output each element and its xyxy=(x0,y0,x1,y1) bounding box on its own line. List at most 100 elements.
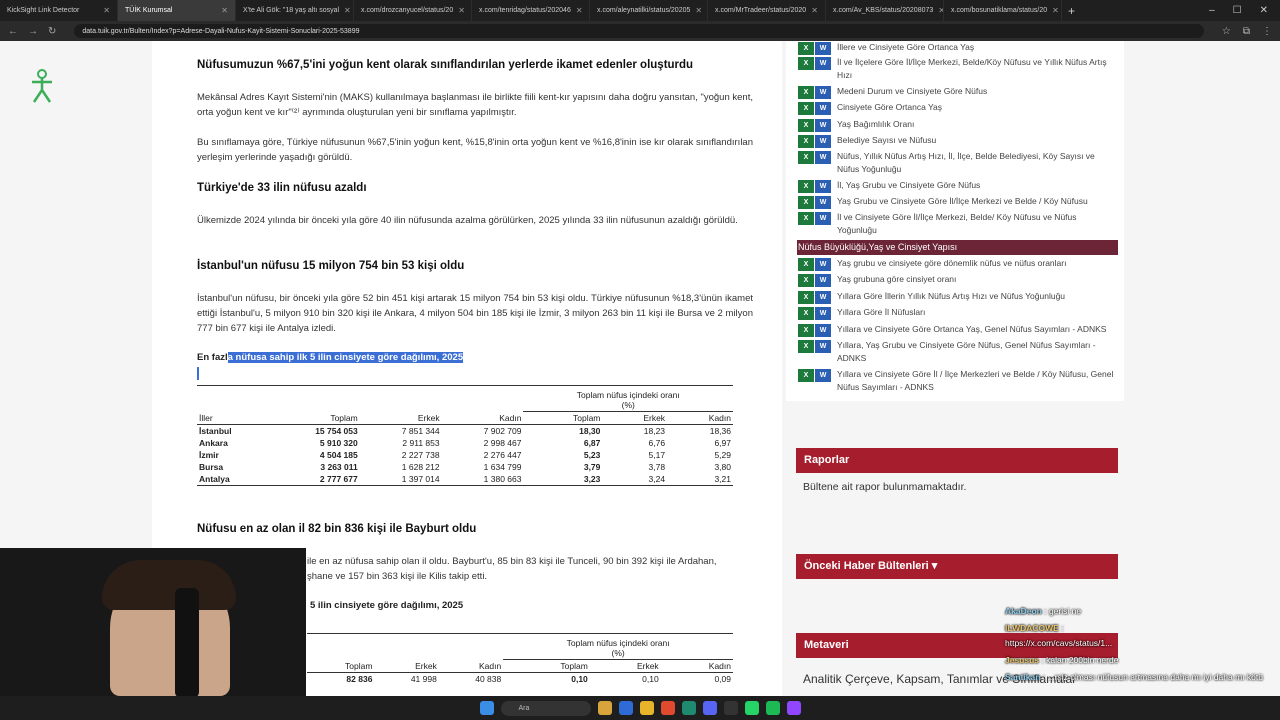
sidebar-item-label[interactable]: Yıllara ve Cinsiyete Göre Ortanca Yaş, G… xyxy=(837,323,1106,336)
sidebar-item-label[interactable]: Yıllara Göre İllerin Yıllık Nüfus Artış … xyxy=(837,290,1065,303)
spotify-icon[interactable] xyxy=(765,701,780,715)
sidebar-download-item[interactable]: X W İl ve Cinsiyete Göre İl/İlçe Merkezi, … xyxy=(798,211,1118,237)
browser-tab[interactable]: x.com/drozcanyucel/status/20 ✕ xyxy=(354,0,472,21)
taskbar-search[interactable]: Ara xyxy=(500,700,591,716)
edge-icon[interactable] xyxy=(681,701,696,715)
close-tab-icon[interactable]: ✕ xyxy=(695,6,702,15)
excel-icon[interactable]: X xyxy=(798,180,814,193)
word-icon[interactable]: W xyxy=(815,340,831,353)
close-window-icon[interactable]: ✕ xyxy=(1260,5,1268,16)
browser-tab[interactable]: X'te Ali Gök: "18 yaş altı sosyal ✕ xyxy=(236,0,354,21)
excel-icon[interactable]: X xyxy=(798,274,814,287)
close-tab-icon[interactable]: ✕ xyxy=(811,6,818,15)
word-icon[interactable]: W xyxy=(815,212,831,225)
close-tab-icon[interactable]: ✕ xyxy=(221,6,228,15)
word-icon[interactable]: W xyxy=(815,291,831,304)
word-icon[interactable]: W xyxy=(815,369,831,382)
browser-tab[interactable]: TÜİK Kurumsal ✕ xyxy=(118,0,236,21)
word-icon[interactable]: W xyxy=(815,180,831,193)
excel-icon[interactable]: X xyxy=(798,102,814,115)
excel-icon[interactable]: X xyxy=(798,369,814,382)
taskbar-app-icon[interactable] xyxy=(597,701,612,715)
excel-icon[interactable]: X xyxy=(798,86,814,99)
excel-icon[interactable]: X xyxy=(798,119,814,132)
sidebar-item-label[interactable]: Cinsiyete Göre Ortanca Yaş xyxy=(837,101,942,114)
word-icon[interactable]: W xyxy=(815,324,831,337)
word-icon[interactable]: W xyxy=(815,307,831,320)
bookmark-star-icon[interactable]: ☆ xyxy=(1222,26,1231,37)
excel-icon[interactable]: X xyxy=(798,340,814,353)
close-tab-icon[interactable]: ✕ xyxy=(1052,6,1059,15)
taskbar-app-icon[interactable] xyxy=(618,701,633,715)
file-explorer-icon[interactable] xyxy=(639,701,654,715)
sidebar-download-item[interactable]: X W Yıllara ve Cinsiyete Göre İl / İlçe Me… xyxy=(798,368,1118,394)
sidebar-download-item[interactable]: X W Belediye Sayısı ve Nüfusu xyxy=(798,134,1118,148)
sidebar-item-label[interactable]: Yıllara Göre İl Nüfusları xyxy=(837,306,925,319)
sidebar-item-label[interactable]: İl, Yaş Grubu ve Cinsiyete Göre Nüfus xyxy=(837,179,980,192)
excel-icon[interactable]: X xyxy=(798,258,814,271)
url-field[interactable]: data.tuik.gov.tr/Bulten/Index?p=Adrese-D… xyxy=(74,24,1204,38)
sidebar-download-item[interactable]: X W Yaş grubuna göre cinsiyet oranı xyxy=(798,273,1118,287)
excel-icon[interactable]: X xyxy=(798,196,814,209)
reload-icon[interactable]: ↻ xyxy=(48,26,56,37)
excel-icon[interactable]: X xyxy=(798,307,814,320)
word-icon[interactable]: W xyxy=(815,57,831,70)
sidebar-download-item[interactable]: X W Cinsiyete Göre Ortanca Yaş xyxy=(798,101,1118,115)
sidebar-item-label[interactable]: Yıllara ve Cinsiyete Göre İl / İlçe Merk… xyxy=(837,368,1118,394)
sidebar-item-label[interactable]: Yaş Bağımlılık Oranı xyxy=(837,118,914,131)
sidebar-item-label[interactable]: Yaş Grubu ve Cinsiyete Göre İl/İlçe Merk… xyxy=(837,195,1088,208)
excel-icon[interactable]: X xyxy=(798,57,814,70)
sidebar-item-label[interactable]: İl ve Cinsiyete Göre İl/İlçe Merkezi, Be… xyxy=(837,211,1118,237)
menu-icon[interactable]: ⋮ xyxy=(1262,26,1272,37)
sidebar-download-item[interactable]: X W İllere ve Cinsiyete Göre Ortanca Yaş xyxy=(798,41,1118,55)
sidebar-download-item[interactable]: X W Yaş Grubu ve Cinsiyete Göre İl/İlçe Me… xyxy=(798,195,1118,209)
browser-tab[interactable]: KickSight Link Detector ✕ xyxy=(0,0,118,21)
word-icon[interactable]: W xyxy=(815,135,831,148)
sidebar-item-label[interactable]: Nüfus, Yıllık Nüfus Artış Hızı, İl, İlçe… xyxy=(837,150,1118,176)
sidebar-download-item[interactable]: X W Yıllara, Yaş Grubu ve Cinsiyete Göre N… xyxy=(798,339,1118,365)
sidebar-download-item[interactable]: X W Yıllara Göre İllerin Yıllık Nüfus Artı… xyxy=(798,290,1118,304)
excel-icon[interactable]: X xyxy=(798,135,814,148)
sidebar-download-item[interactable]: X W Yaş Bağımlılık Oranı xyxy=(798,118,1118,132)
browser-tab[interactable]: x.com/bosunatiklama/status/20 ✕ xyxy=(944,0,1062,21)
excel-icon[interactable]: X xyxy=(798,324,814,337)
taskbar-app-icon[interactable] xyxy=(786,701,801,715)
word-icon[interactable]: W xyxy=(815,42,831,55)
browser-tab[interactable]: x.com/Av_KBS/status/20208073✕ xyxy=(826,0,944,21)
sidebar-item-label[interactable]: Yaş grubu ve cinsiyete göre dönemlik nüf… xyxy=(837,257,1066,270)
sidebar-item-label[interactable]: Yaş grubuna göre cinsiyet oranı xyxy=(837,273,956,286)
excel-icon[interactable]: X xyxy=(798,151,814,164)
word-icon[interactable]: W xyxy=(815,86,831,99)
excel-icon[interactable]: X xyxy=(798,212,814,225)
chrome-icon[interactable] xyxy=(660,701,675,715)
extensions-icon[interactable]: ⧉ xyxy=(1243,26,1250,37)
sidebar-download-item[interactable]: X W İl, Yaş Grubu ve Cinsiyete Göre Nüfus xyxy=(798,179,1118,193)
windows-start-icon[interactable] xyxy=(479,701,494,715)
word-icon[interactable]: W xyxy=(815,151,831,164)
browser-tab[interactable]: x.com/tenridag/status/202046 ✕ xyxy=(472,0,590,21)
sidebar-item-label[interactable]: İl ve İlçelere Göre İl/İlçe Merkezi, Bel… xyxy=(837,56,1118,82)
excel-icon[interactable]: X xyxy=(798,291,814,304)
excel-icon[interactable]: X xyxy=(798,42,814,55)
new-tab-button[interactable]: + xyxy=(1068,4,1075,18)
browser-tab[interactable]: x.com/aleynatilki/status/20205 ✕ xyxy=(590,0,708,21)
sidebar-item-label[interactable]: Yıllara, Yaş Grubu ve Cinsiyete Göre Nüf… xyxy=(837,339,1118,365)
sidebar-download-item[interactable]: X W Yıllara Göre İl Nüfusları xyxy=(798,306,1118,320)
sidebar-download-item[interactable]: X W Medeni Durum ve Cinsiyete Göre Nüfus xyxy=(798,85,1118,99)
word-icon[interactable]: W xyxy=(815,119,831,132)
word-icon[interactable]: W xyxy=(815,274,831,287)
sidebar-download-item[interactable]: X W İl ve İlçelere Göre İl/İlçe Merkezi, B… xyxy=(798,56,1118,82)
sidebar-item-label[interactable]: Medeni Durum ve Cinsiyete Göre Nüfus xyxy=(837,85,987,98)
sidebar-item-label[interactable]: Belediye Sayısı ve Nüfusu xyxy=(837,134,936,147)
word-icon[interactable]: W xyxy=(815,102,831,115)
sidebar-item-label[interactable]: İllere ve Cinsiyete Göre Ortanca Yaş xyxy=(837,41,974,54)
minimize-icon[interactable]: – xyxy=(1209,5,1215,16)
sidebar-download-item[interactable]: X W Yıllara ve Cinsiyete Göre Ortanca Yaş,… xyxy=(798,323,1118,337)
word-icon[interactable]: W xyxy=(815,258,831,271)
maximize-icon[interactable]: ☐ xyxy=(1233,5,1242,16)
word-icon[interactable]: W xyxy=(815,196,831,209)
whatsapp-icon[interactable] xyxy=(744,701,759,715)
browser-tab[interactable]: x.com/MrTradeer/status/2020 ✕ xyxy=(708,0,826,21)
back-icon[interactable]: ← xyxy=(8,26,18,37)
close-tab-icon[interactable]: ✕ xyxy=(458,6,465,15)
